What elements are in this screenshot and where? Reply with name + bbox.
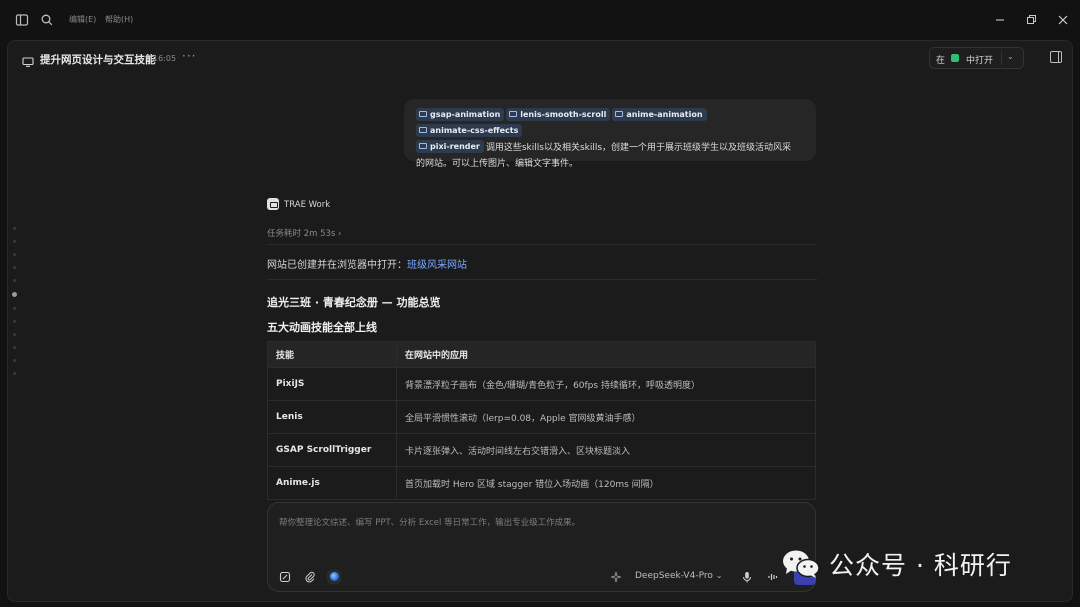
site-link[interactable]: 班级风采网站 — [407, 260, 467, 271]
scroll-dot[interactable] — [13, 359, 16, 362]
menu-edit[interactable]: 编辑(E) — [69, 14, 96, 25]
scroll-dot[interactable] — [13, 253, 16, 256]
skill-chip[interactable]: animate-css-effects — [416, 124, 523, 137]
task-elapsed-text: 任务耗时 2m 53s — [267, 229, 336, 239]
table-cell: 首页加载时 Hero 区域 stagger 错位入场动画（120ms 间隔） — [396, 466, 816, 500]
user-message: gsap-animation lenis-smooth-scroll anime-a… — [404, 99, 816, 169]
menu-help[interactable]: 帮助(H) — [105, 14, 133, 25]
edit-icon[interactable] — [278, 570, 292, 584]
chat-window: 提升网页设计与交互技能 16:05 ··· 在 中打开 ⌄ gsap-anima… — [7, 40, 1073, 602]
table-cell: GSAP ScrollTrigger — [267, 433, 397, 467]
book-icon — [509, 111, 518, 117]
user-message-line-2: pixi-render 调用这些skills以及相关skills，创建一个用于展示… — [416, 140, 804, 156]
watermark-text: 公众号 · 科研行 — [829, 551, 1012, 580]
assistant-mode-icon[interactable] — [327, 570, 341, 584]
maximize-button[interactable] — [1022, 11, 1040, 29]
table-header-row: 技能 在网站中的应用 — [267, 341, 816, 368]
skills-table: 技能 在网站中的应用 PixiJS 背景漂浮粒子画布（金色/珊瑚/青色粒子，60… — [267, 341, 816, 500]
composer-placeholder[interactable]: 帮你整理论文综述、编写 PPT、分析 Excel 等日常工作，输出专业级工作成果… — [279, 516, 580, 528]
table-row: PixiJS 背景漂浮粒子画布（金色/珊瑚/青色粒子，60fps 持续循环，呼吸… — [267, 367, 816, 401]
side-panel-icon[interactable] — [1050, 51, 1062, 63]
minimize-button[interactable] — [991, 11, 1009, 29]
table-header: 在网站中的应用 — [396, 341, 816, 368]
microphone-icon[interactable] — [740, 570, 754, 584]
book-icon — [419, 127, 427, 133]
table-header: 技能 — [267, 341, 397, 368]
site-created-text: 网站已创建并在浏览器中打开： — [267, 260, 407, 271]
scroll-dot[interactable] — [13, 333, 16, 336]
chevron-right-icon: › — [338, 229, 342, 239]
skill-chip[interactable]: pixi-render — [416, 140, 484, 153]
divider — [267, 244, 817, 245]
scroll-dot[interactable] — [13, 279, 16, 282]
response-subheading: 五大动画技能全部上线 — [267, 321, 377, 334]
table-cell: PixiJS — [267, 367, 397, 401]
assistant-name: TRAE Work — [284, 200, 331, 210]
conversation-title: 提升网页设计与交互技能 — [40, 54, 156, 66]
attach-icon[interactable] — [303, 570, 317, 584]
skill-chip[interactable]: gsap-animation — [416, 108, 505, 121]
model-name: DeepSeek-V4-Pro — [635, 571, 713, 581]
sidebar-toggle-icon[interactable] — [14, 12, 30, 28]
voice-wave-icon[interactable] — [766, 570, 780, 584]
book-icon — [419, 143, 427, 149]
task-elapsed[interactable]: 任务耗时 2m 53s › — [267, 227, 341, 239]
open-in-label: 中打开 — [966, 56, 994, 66]
divider — [267, 279, 817, 280]
chevron-down-icon: ⌄ — [715, 571, 723, 580]
wechat-logo-icon — [781, 549, 821, 579]
table-cell: Anime.js — [267, 466, 397, 500]
open-in-divider — [1001, 51, 1002, 65]
scroll-dot[interactable] — [13, 266, 16, 269]
message-composer[interactable]: 帮你整理论文综述、编写 PPT、分析 Excel 等日常工作，输出专业级工作成果… — [267, 502, 816, 592]
sparkle-icon[interactable] — [609, 570, 623, 584]
close-button[interactable] — [1054, 11, 1072, 29]
table-cell: Lenis — [267, 400, 397, 434]
conversation-time: 16:05 — [153, 54, 177, 63]
trae-logo-icon — [267, 198, 279, 210]
skill-chip[interactable]: lenis-smooth-scroll — [506, 108, 611, 121]
chevron-down-icon[interactable]: ⌄ — [1007, 52, 1014, 61]
book-icon — [615, 111, 624, 117]
table-cell: 背景漂浮粒子画布（金色/珊瑚/青色粒子，60fps 持续循环，呼吸透明度） — [396, 367, 816, 401]
scroll-dot[interactable] — [13, 320, 16, 323]
title-bar: 编辑(E) 帮助(H) — [0, 0, 1080, 40]
user-message-text: 调用这些skills以及相关skills，创建一个用于展示班级学生以及班级活动风… — [485, 143, 792, 153]
scroll-dot[interactable] — [13, 307, 16, 310]
skill-chip[interactable]: anime-animation — [612, 108, 707, 121]
scroll-dot-active[interactable] — [12, 292, 17, 297]
response-heading: 追光三班 · 青春纪念册 — 功能总览 — [267, 296, 441, 309]
table-cell: 全局平滑惯性滚动（lerp=0.08，Apple 官网级黄油手感） — [396, 400, 816, 434]
site-created-message: 网站已创建并在浏览器中打开：班级风采网站 — [267, 256, 467, 271]
scroll-dot[interactable] — [13, 346, 16, 349]
book-icon — [419, 111, 427, 117]
app-icon — [951, 54, 959, 62]
scroll-dot[interactable] — [13, 372, 16, 375]
user-message-line-1: gsap-animation lenis-smooth-scroll anime-a… — [416, 108, 804, 140]
table-row: Lenis 全局平滑惯性滚动（lerp=0.08，Apple 官网级黄油手感） — [267, 400, 816, 434]
open-in-button[interactable]: 在 中打开 ⌄ — [929, 47, 1024, 69]
scroll-indicator[interactable] — [12, 227, 18, 385]
monitor-icon — [22, 52, 34, 67]
model-selector[interactable]: DeepSeek-V4-Pro ⌄ — [635, 571, 722, 581]
table-row: GSAP ScrollTrigger 卡片逐张弹入、活动时间线左右交错滑入、区块… — [267, 433, 816, 467]
scroll-dot[interactable] — [13, 240, 16, 243]
more-options-button[interactable]: ··· — [182, 49, 196, 63]
table-cell: 卡片逐张弹入、活动时间线左右交错滑入、区块标题淡入 — [396, 433, 816, 467]
table-row: Anime.js 首页加载时 Hero 区域 stagger 错位入场动画（12… — [267, 466, 816, 500]
open-in-prefix: 在 — [936, 56, 946, 66]
search-icon[interactable] — [39, 12, 55, 28]
scroll-dot[interactable] — [13, 227, 16, 230]
user-message-text-2: 的网站。可以上传图片、编辑文字事件。 — [416, 159, 579, 169]
